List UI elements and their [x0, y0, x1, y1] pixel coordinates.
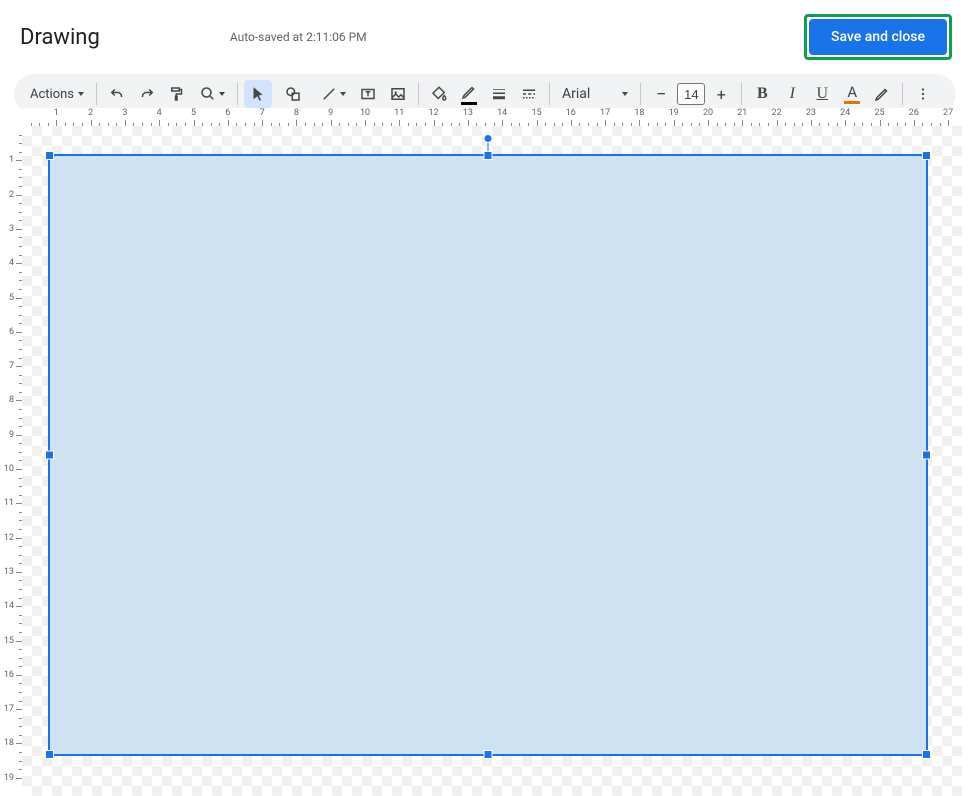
separator [640, 83, 641, 105]
highlight-color-button[interactable] [868, 80, 896, 108]
separator [902, 83, 903, 105]
chevron-down-icon [622, 92, 628, 96]
border-color-button[interactable] [455, 80, 483, 108]
actions-menu-button[interactable]: Actions [24, 83, 90, 106]
drawing-canvas[interactable] [22, 126, 962, 796]
increase-font-size-button[interactable]: + [707, 80, 735, 108]
paint-format-button[interactable] [163, 80, 191, 108]
border-weight-button[interactable] [485, 80, 513, 108]
fill-color-button[interactable] [425, 80, 453, 108]
textbox-icon [359, 85, 377, 103]
image-icon [389, 85, 407, 103]
undo-icon [108, 85, 126, 103]
chevron-down-icon [340, 92, 346, 96]
chevron-down-icon [78, 92, 84, 96]
decrease-font-size-button[interactable]: − [647, 80, 675, 108]
bold-button[interactable]: B [748, 80, 776, 108]
line-dash-icon [520, 85, 538, 103]
pen-with-color-icon [460, 83, 478, 105]
workspace: 1234567891011121314151617181920212223242… [0, 108, 970, 796]
line-tool-button[interactable] [314, 80, 352, 108]
redo-icon [138, 85, 156, 103]
resize-handle-r[interactable] [922, 451, 931, 460]
font-family-name: Arial [562, 86, 590, 102]
undo-button[interactable] [103, 80, 131, 108]
separator [741, 83, 742, 105]
dialog-header: Drawing Auto-saved at 2:11:06 PM Save an… [0, 0, 970, 74]
separator [418, 83, 419, 105]
line-icon [320, 85, 338, 103]
rectangle-shape[interactable] [48, 154, 928, 756]
line-weight-icon [490, 85, 508, 103]
resize-handle-br[interactable] [922, 750, 931, 759]
paint-roller-icon [168, 85, 186, 103]
font-size-input[interactable] [677, 83, 705, 105]
save-button-highlight: Save and close [804, 14, 952, 60]
shapes-icon [284, 85, 302, 103]
rotate-handle[interactable] [484, 134, 493, 143]
resize-handle-b[interactable] [484, 750, 493, 759]
more-vertical-icon [914, 85, 932, 103]
horizontal-ruler[interactable]: 1234567891011121314151617181920212223242… [22, 108, 962, 126]
more-options-button[interactable] [909, 80, 937, 108]
resize-handle-bl[interactable] [45, 750, 54, 759]
textbox-tool-button[interactable] [354, 80, 382, 108]
resize-handle-l[interactable] [45, 451, 54, 460]
shape-tool-button[interactable] [274, 80, 312, 108]
text-color-icon: A [844, 85, 860, 104]
actions-label: Actions [30, 87, 74, 102]
separator [549, 83, 550, 105]
zoom-button[interactable] [193, 80, 231, 108]
autosave-status: Auto-saved at 2:11:06 PM [230, 30, 367, 44]
italic-button[interactable]: I [778, 80, 806, 108]
separator [237, 83, 238, 105]
select-tool-button[interactable] [244, 80, 272, 108]
resize-handle-tr[interactable] [922, 151, 931, 160]
text-color-button[interactable]: A [838, 80, 866, 108]
separator [96, 83, 97, 105]
redo-button[interactable] [133, 80, 161, 108]
resize-handle-tl[interactable] [45, 151, 54, 160]
font-family-select[interactable]: Arial [556, 86, 634, 102]
dialog-title: Drawing [20, 25, 100, 50]
highlighter-icon [873, 85, 891, 103]
chevron-down-icon [219, 92, 225, 96]
zoom-icon [199, 85, 217, 103]
paint-bucket-icon [430, 85, 448, 103]
underline-button[interactable]: U [808, 80, 836, 108]
resize-handle-t[interactable] [484, 151, 493, 160]
vertical-ruler[interactable]: 12345678910111213141516171819 [0, 126, 22, 796]
border-dash-button[interactable] [515, 80, 543, 108]
cursor-icon [249, 85, 267, 103]
image-tool-button[interactable] [384, 80, 412, 108]
save-and-close-button[interactable]: Save and close [809, 19, 947, 55]
